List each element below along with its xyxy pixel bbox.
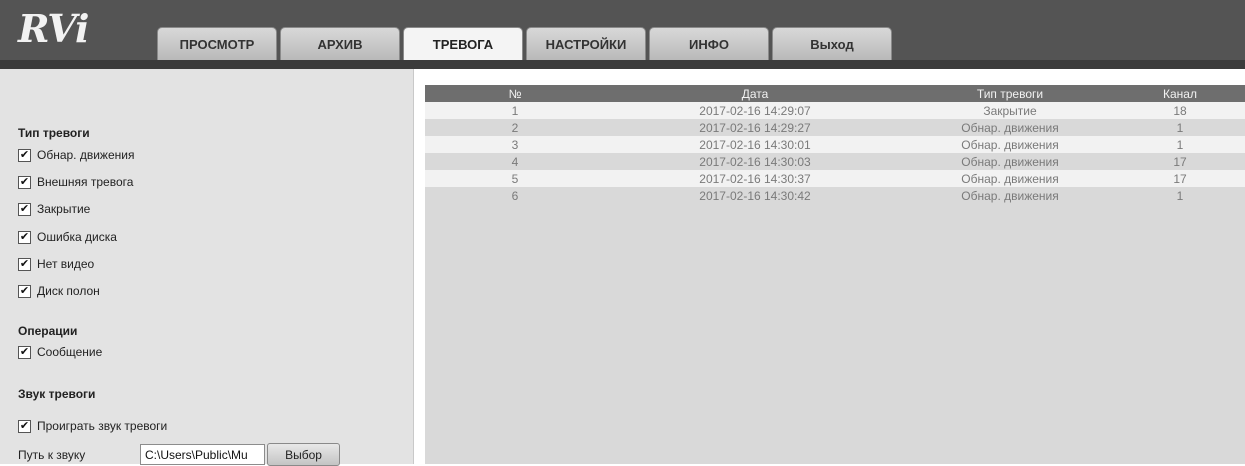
table-row[interactable]: 1 2017-02-16 14:29:07 Закрытие 18	[425, 102, 1245, 119]
cell-date: 2017-02-16 14:30:03	[605, 153, 905, 170]
sound-path-label: Путь к звуку	[18, 447, 86, 462]
cell-date: 2017-02-16 14:29:07	[605, 102, 905, 119]
tab-settings[interactable]: НАСТРОЙКИ	[526, 27, 646, 60]
tab-info[interactable]: ИНФО	[649, 27, 769, 60]
checkbox-box[interactable]: ✔	[18, 148, 31, 162]
operations-title: Операции	[18, 324, 78, 338]
checkbox-message[interactable]: ✔ Сообщение	[18, 345, 102, 359]
alarm-log-panel: № Дата Тип тревоги Канал 1 2017-02-16 14…	[425, 85, 1245, 464]
tab-alarm[interactable]: ТРЕВОГА	[403, 27, 523, 60]
sound-path-row: Путь к звуку Выбор	[18, 443, 340, 466]
checkbox-motion-detection[interactable]: ✔ Обнар. движения	[18, 148, 134, 162]
checkbox-label: Закрытие	[37, 202, 91, 216]
top-navigation-bar: RVi ПРОСМОТР АРХИВ ТРЕВОГА НАСТРОЙКИ ИНФ…	[0, 0, 1245, 60]
checkbox-box[interactable]: ✔	[18, 419, 31, 433]
rvi-logo: RVi	[18, 6, 89, 51]
cell-channel: 1	[1115, 187, 1245, 204]
checkbox-box[interactable]: ✔	[18, 230, 31, 244]
cell-date: 2017-02-16 14:30:42	[605, 187, 905, 204]
checkbox-external-alarm[interactable]: ✔ Внешняя тревога	[18, 175, 133, 189]
checkbox-label: Сообщение	[37, 345, 103, 359]
column-header-channel[interactable]: Канал	[1115, 85, 1245, 102]
checkbox-play-alarm-sound[interactable]: ✔ Проиграть звук тревоги	[18, 419, 167, 433]
table-row[interactable]: 3 2017-02-16 14:30:01 Обнар. движения 1	[425, 136, 1245, 153]
checkbox-box[interactable]: ✔	[18, 345, 31, 359]
checkbox-box[interactable]: ✔	[18, 175, 31, 189]
cell-number: 4	[425, 153, 605, 170]
alarm-log-table: № Дата Тип тревоги Канал 1 2017-02-16 14…	[425, 85, 1245, 204]
cell-date: 2017-02-16 14:29:27	[605, 119, 905, 136]
cell-number: 1	[425, 102, 605, 119]
alarm-type-title: Тип тревоги	[18, 126, 90, 140]
checkbox-label: Внешняя тревога	[37, 175, 134, 189]
cell-number: 2	[425, 119, 605, 136]
sound-path-input[interactable]	[140, 444, 265, 465]
cell-date: 2017-02-16 14:30:01	[605, 136, 905, 153]
tab-archive[interactable]: АРХИВ	[280, 27, 400, 60]
column-header-alarm-type[interactable]: Тип тревоги	[905, 85, 1115, 102]
cell-alarm-type: Обнар. движения	[905, 119, 1115, 136]
table-row[interactable]: 5 2017-02-16 14:30:37 Обнар. движения 17	[425, 170, 1245, 187]
checkbox-label: Диск полон	[37, 284, 100, 298]
cell-date: 2017-02-16 14:30:37	[605, 170, 905, 187]
header-divider	[0, 60, 1245, 69]
table-row[interactable]: 2 2017-02-16 14:29:27 Обнар. движения 1	[425, 119, 1245, 136]
column-header-date[interactable]: Дата	[605, 85, 905, 102]
checkbox-no-video[interactable]: ✔ Нет видео	[18, 257, 94, 271]
cell-alarm-type: Обнар. движения	[905, 187, 1115, 204]
checkbox-box[interactable]: ✔	[18, 202, 31, 216]
checkbox-label: Нет видео	[37, 257, 95, 271]
checkbox-box[interactable]: ✔	[18, 257, 31, 271]
table-row[interactable]: 6 2017-02-16 14:30:42 Обнар. движения 1	[425, 187, 1245, 204]
cell-channel: 1	[1115, 136, 1245, 153]
cell-channel: 1	[1115, 119, 1245, 136]
cell-alarm-type: Закрытие	[905, 102, 1115, 119]
checkbox-tampering[interactable]: ✔ Закрытие	[18, 202, 90, 216]
cell-channel: 17	[1115, 170, 1245, 187]
choose-sound-button[interactable]: Выбор	[267, 443, 340, 466]
alarm-sound-title: Звук тревоги	[18, 387, 96, 401]
cell-number: 6	[425, 187, 605, 204]
cell-number: 3	[425, 136, 605, 153]
table-row[interactable]: 4 2017-02-16 14:30:03 Обнар. движения 17	[425, 153, 1245, 170]
alarm-settings-panel: Тип тревоги ✔ Обнар. движения ✔ Внешняя …	[0, 69, 414, 466]
tab-view[interactable]: ПРОСМОТР	[157, 27, 277, 60]
checkbox-box[interactable]: ✔	[18, 284, 31, 298]
tab-logout[interactable]: Выход	[772, 27, 892, 60]
checkbox-label: Ошибка диска	[37, 230, 117, 244]
checkbox-disk-error[interactable]: ✔ Ошибка диска	[18, 230, 117, 244]
main-tabs: ПРОСМОТР АРХИВ ТРЕВОГА НАСТРОЙКИ ИНФО Вы…	[157, 27, 892, 60]
column-header-number[interactable]: №	[425, 85, 605, 102]
cell-channel: 18	[1115, 102, 1245, 119]
cell-alarm-type: Обнар. движения	[905, 153, 1115, 170]
checkbox-disk-full[interactable]: ✔ Диск полон	[18, 284, 100, 298]
cell-alarm-type: Обнар. движения	[905, 170, 1115, 187]
checkbox-label: Проиграть звук тревоги	[37, 419, 168, 433]
cell-alarm-type: Обнар. движения	[905, 136, 1115, 153]
cell-number: 5	[425, 170, 605, 187]
cell-channel: 17	[1115, 153, 1245, 170]
checkbox-label: Обнар. движения	[37, 148, 135, 162]
table-header-row: № Дата Тип тревоги Канал	[425, 85, 1245, 102]
